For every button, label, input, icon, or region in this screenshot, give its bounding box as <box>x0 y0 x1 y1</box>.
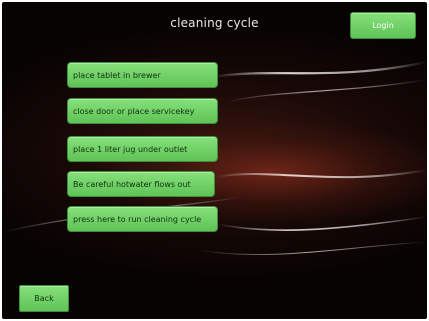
step-place-jug-button[interactable]: place 1 liter jug under outlet <box>67 136 218 162</box>
back-button[interactable]: Back <box>19 285 69 312</box>
login-button[interactable]: Login <box>350 12 416 39</box>
run-cleaning-cycle-button[interactable]: press here to run cleaning cycle <box>67 206 218 232</box>
cleaning-cycle-screen: cleaning cycle Login place tablet in bre… <box>2 2 427 319</box>
step-place-tablet-button[interactable]: place tablet in brewer <box>67 62 218 88</box>
step-close-door-button[interactable]: close door or place servicekey <box>67 98 218 124</box>
step-hotwater-warning-button[interactable]: Be careful hotwater flows out <box>67 171 215 197</box>
